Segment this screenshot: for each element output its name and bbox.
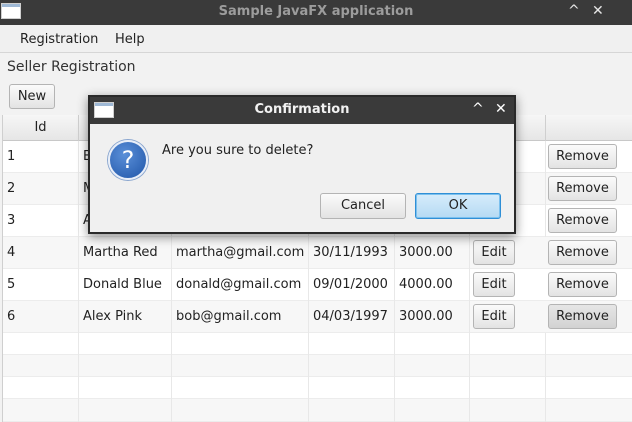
- empty-cell: [79, 333, 172, 355]
- table-row[interactable]: 5 Donald Blue donald@gmail.com 09/01/200…: [3, 269, 632, 301]
- empty-cell: [79, 355, 172, 377]
- empty-row: [3, 333, 632, 355]
- cell-id: 6: [3, 301, 79, 333]
- cell-name: Martha Red: [79, 237, 172, 269]
- empty-cell: [309, 399, 395, 422]
- empty-cell: [79, 399, 172, 422]
- cell-email: bob@gmail.com: [172, 301, 309, 333]
- cell-date: 04/03/1997: [309, 301, 395, 333]
- new-button[interactable]: New: [9, 84, 55, 109]
- empty-cell: [395, 399, 470, 422]
- empty-cell: [3, 333, 79, 355]
- empty-cell: [172, 333, 309, 355]
- cell-name: Donald Blue: [79, 269, 172, 301]
- column-header[interactable]: [546, 115, 632, 141]
- empty-cell: [309, 333, 395, 355]
- remove-button[interactable]: Remove: [548, 240, 617, 265]
- remove-button[interactable]: Remove: [548, 304, 617, 329]
- empty-row: [3, 355, 632, 377]
- cell-id: 1: [3, 141, 79, 173]
- empty-cell: [470, 333, 546, 355]
- empty-cell: [3, 399, 79, 422]
- empty-cell: [3, 377, 79, 399]
- remove-button[interactable]: Remove: [548, 176, 617, 201]
- dialog-message: Are you sure to delete?: [162, 143, 314, 158]
- remove-button[interactable]: Remove: [548, 144, 617, 169]
- empty-cell: [3, 355, 79, 377]
- remove-button[interactable]: Remove: [548, 272, 617, 297]
- dialog-title: Confirmation: [254, 102, 350, 117]
- cell-amount: 3000.00: [395, 301, 470, 333]
- cell-date: 30/11/1993: [309, 237, 395, 269]
- edit-button[interactable]: Edit: [473, 272, 515, 297]
- cancel-button[interactable]: Cancel: [320, 193, 406, 219]
- edit-button[interactable]: Edit: [473, 304, 515, 329]
- empty-row: [3, 399, 632, 422]
- window-title: Sample JavaFX application: [218, 4, 414, 19]
- cell-id: 5: [3, 269, 79, 301]
- page-title: Seller Registration: [7, 59, 136, 75]
- confirmation-dialog: Confirmation ^ ✕ ? Are you sure to delet…: [88, 95, 516, 234]
- empty-cell: [470, 355, 546, 377]
- window-titlebar: Sample JavaFX application ^ ✕: [0, 0, 632, 25]
- empty-cell: [309, 355, 395, 377]
- close-icon[interactable]: ✕: [592, 3, 604, 19]
- empty-cell: [470, 399, 546, 422]
- empty-row: [3, 377, 632, 399]
- menubar: Registration Help: [0, 25, 632, 53]
- cell-email: donald@gmail.com: [172, 269, 309, 301]
- ok-button[interactable]: OK: [415, 193, 501, 219]
- empty-cell: [172, 355, 309, 377]
- edit-button[interactable]: Edit: [473, 240, 515, 265]
- cell-email: martha@gmail.com: [172, 237, 309, 269]
- dialog-close-icon[interactable]: ✕: [495, 101, 507, 117]
- empty-cell: [172, 399, 309, 422]
- maximize-icon[interactable]: ^: [568, 3, 580, 19]
- remove-button[interactable]: Remove: [548, 208, 617, 233]
- empty-cell: [395, 355, 470, 377]
- empty-cell: [470, 377, 546, 399]
- question-icon: ?: [108, 140, 148, 180]
- cell-date: 09/01/2000: [309, 269, 395, 301]
- table-row[interactable]: 6 Alex Pink bob@gmail.com 04/03/1997 300…: [3, 301, 632, 333]
- dialog-titlebar: Confirmation ^ ✕: [90, 97, 514, 124]
- cell-id: 4: [3, 237, 79, 269]
- cell-id: 3: [3, 205, 79, 237]
- cell-name: Alex Pink: [79, 301, 172, 333]
- empty-cell: [395, 333, 470, 355]
- dialog-maximize-icon[interactable]: ^: [472, 101, 484, 117]
- menu-help[interactable]: Help: [115, 32, 145, 47]
- cell-id: 2: [3, 173, 79, 205]
- column-header-id[interactable]: Id: [3, 115, 79, 141]
- menu-registration[interactable]: Registration: [20, 32, 98, 47]
- empty-cell: [172, 377, 309, 399]
- cell-amount: 3000.00: [395, 237, 470, 269]
- table-row[interactable]: 4 Martha Red martha@gmail.com 30/11/1993…: [3, 237, 632, 269]
- empty-cell: [395, 377, 470, 399]
- empty-cell: [79, 377, 172, 399]
- cell-amount: 4000.00: [395, 269, 470, 301]
- empty-cell: [309, 377, 395, 399]
